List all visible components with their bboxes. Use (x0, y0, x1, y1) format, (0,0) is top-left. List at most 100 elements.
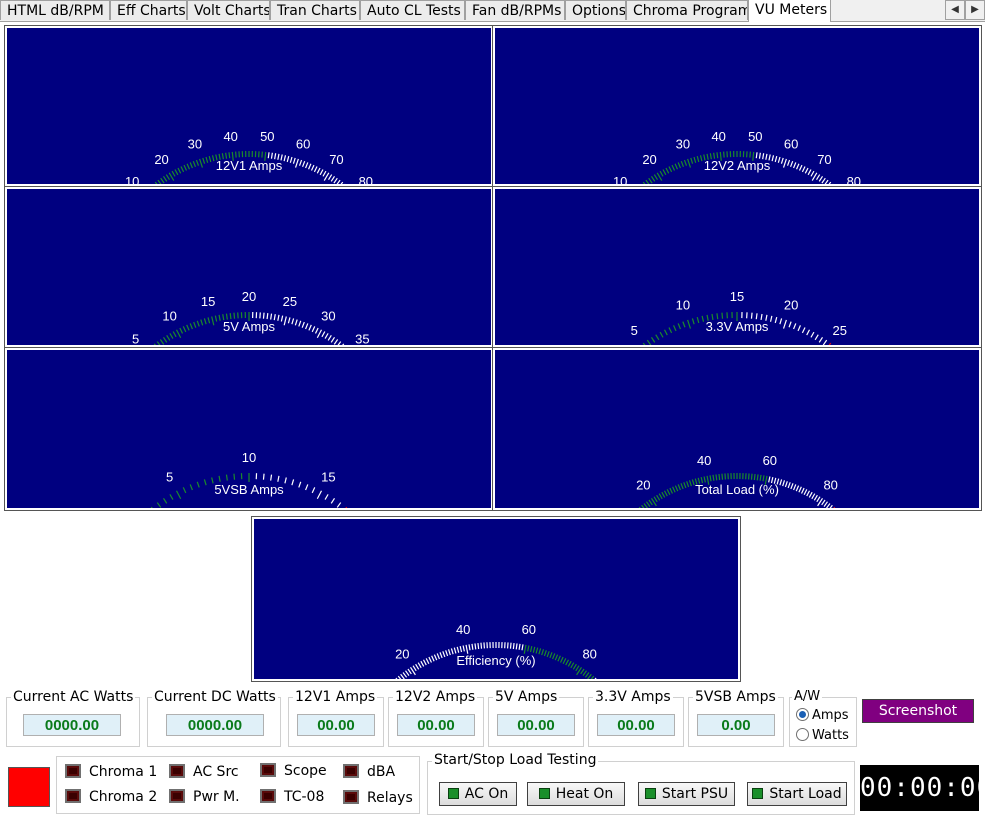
tab-eff-charts[interactable]: Eff Charts (110, 0, 187, 20)
dba-checkbox[interactable]: dBA (343, 764, 395, 780)
meter-tick (653, 496, 658, 503)
meter-tick (546, 651, 550, 658)
meter-tick-label: 10 (676, 298, 690, 313)
meter-tick (750, 473, 753, 480)
arrow-left-icon[interactable]: ◀ (945, 0, 965, 20)
meter-tick (693, 156, 697, 163)
meter-3v3-amps: 0510152025303.3V Amps (492, 186, 982, 348)
meter-tick (327, 335, 332, 341)
ac-on-button[interactable]: AC On (439, 782, 517, 806)
meter-tick (336, 502, 342, 508)
watts-radio[interactable]: Watts (796, 728, 849, 743)
meter-tick (663, 329, 668, 336)
readout-label: 5V Amps (493, 689, 560, 705)
meter-tick (422, 659, 427, 666)
meter-tick (793, 323, 797, 330)
scope-checkbox[interactable]: Scope (260, 763, 327, 779)
relays-checkbox[interactable]: Relays (343, 790, 413, 806)
screenshot-button[interactable]: Screenshot (862, 699, 974, 723)
meter-tick-label: 5 (166, 469, 173, 484)
tab-html-db-rpm[interactable]: HTML dB/RPM (0, 0, 110, 20)
meter-tick (807, 169, 812, 176)
meter-tick (468, 644, 471, 651)
meter-tick (823, 501, 828, 507)
start-psu-button[interactable]: Start PSU (638, 782, 735, 806)
tab-vu-meters[interactable]: VU Meters (748, 0, 831, 22)
meter-tick (307, 163, 312, 170)
meter-tick (402, 672, 408, 678)
ac-on-label: AC On (464, 786, 509, 802)
meter-total-load: 020406080100Total Load (%) (492, 347, 982, 511)
meter-tick (405, 670, 410, 676)
meter-tick (691, 479, 695, 486)
meter-5v-amps: 05101520253035405V Amps (4, 186, 494, 348)
meter-tick (330, 176, 336, 182)
tab-auto-cl-tests[interactable]: Auto CL Tests (360, 0, 465, 20)
chroma-2-checkbox[interactable]: Chroma 2 (65, 789, 157, 805)
meter-label: 12V1 Amps (216, 158, 283, 173)
meter-tick (562, 658, 567, 665)
meter-tick (821, 177, 826, 184)
dc-watts-value: 0000.00 (166, 714, 264, 736)
chroma-1-checkbox[interactable]: Chroma 1 (65, 764, 157, 780)
meter-tick (687, 158, 692, 168)
meter-tick (821, 499, 826, 506)
meter-tick (715, 474, 718, 481)
arrow-right-icon[interactable]: ▶ (965, 0, 985, 20)
meter-12v2-amps: 010203040506070809012V2 Amps (492, 25, 982, 187)
meter-tick (671, 164, 676, 171)
readout-label: 5VSB Amps (693, 689, 778, 705)
meter-tick (291, 318, 295, 325)
tc-08-checkbox[interactable]: TC-08 (260, 789, 324, 805)
meter-tick (650, 176, 656, 182)
meter-tick (428, 656, 433, 663)
meter-12v1-amps-dial: 010203040506070809012V1 Amps (7, 28, 491, 184)
amps-radio[interactable]: Amps (796, 708, 849, 723)
chroma-1-label: Chroma 1 (89, 764, 158, 780)
readout-group-3v3: 3.3V Amps 00.00 (588, 689, 684, 747)
tab-tran-charts[interactable]: Tran Charts (270, 0, 360, 20)
heat-on-button[interactable]: Heat On (527, 782, 625, 806)
meter-tick (570, 662, 575, 669)
meter-tick (779, 479, 783, 486)
tab-volt-charts[interactable]: Volt Charts (187, 0, 270, 20)
meter-tick (154, 181, 158, 184)
meter-tick (330, 498, 336, 504)
meter-tick (653, 174, 658, 180)
meter-tick (314, 327, 319, 334)
meter-tick (179, 327, 184, 334)
meter-tick (324, 333, 329, 339)
meter-tick (749, 151, 751, 158)
5vsb-amps-value: 0.00 (697, 714, 775, 736)
meter-tick (298, 320, 302, 327)
meter-tick (806, 329, 811, 336)
tab-options[interactable]: Options (565, 0, 626, 20)
meter-tick-label: 80 (847, 174, 861, 184)
meter-tick (208, 155, 212, 163)
12v2-amps-value: 00.00 (397, 714, 475, 736)
meter-tick (822, 339, 828, 345)
meter-tick (211, 477, 214, 484)
meter-tick-label: 15 (730, 289, 744, 304)
meter-tick (800, 487, 805, 494)
meter-tick-label: 60 (784, 137, 798, 152)
meter-tick (225, 474, 228, 481)
meter-12v2-amps-dial: 010203040506070809012V2 Amps (495, 28, 979, 184)
tab-chroma-program[interactable]: Chroma Program (626, 0, 748, 20)
meter-tick (169, 494, 174, 500)
meter-tick (582, 670, 587, 676)
meter-tick (345, 506, 348, 508)
tab-fan-db-rpms[interactable]: Fan dB/RPMs (465, 0, 565, 20)
readout-label: 12V2 Amps (393, 689, 478, 705)
meter-tick (456, 646, 460, 653)
timer-display: 00:00:00 (860, 765, 985, 811)
meter-tick (811, 493, 816, 500)
meter-tick (233, 312, 236, 319)
meter-tick-label: 80 (359, 174, 373, 184)
start-load-button[interactable]: Start Load (747, 782, 847, 806)
pwr-m-checkbox[interactable]: Pwr M. (169, 789, 240, 805)
meter-tick (166, 335, 171, 341)
meter-tick (480, 642, 483, 649)
ac-src-checkbox[interactable]: AC Src (169, 764, 239, 780)
meter-total-load-dial: 020406080100Total Load (%) (495, 350, 979, 508)
